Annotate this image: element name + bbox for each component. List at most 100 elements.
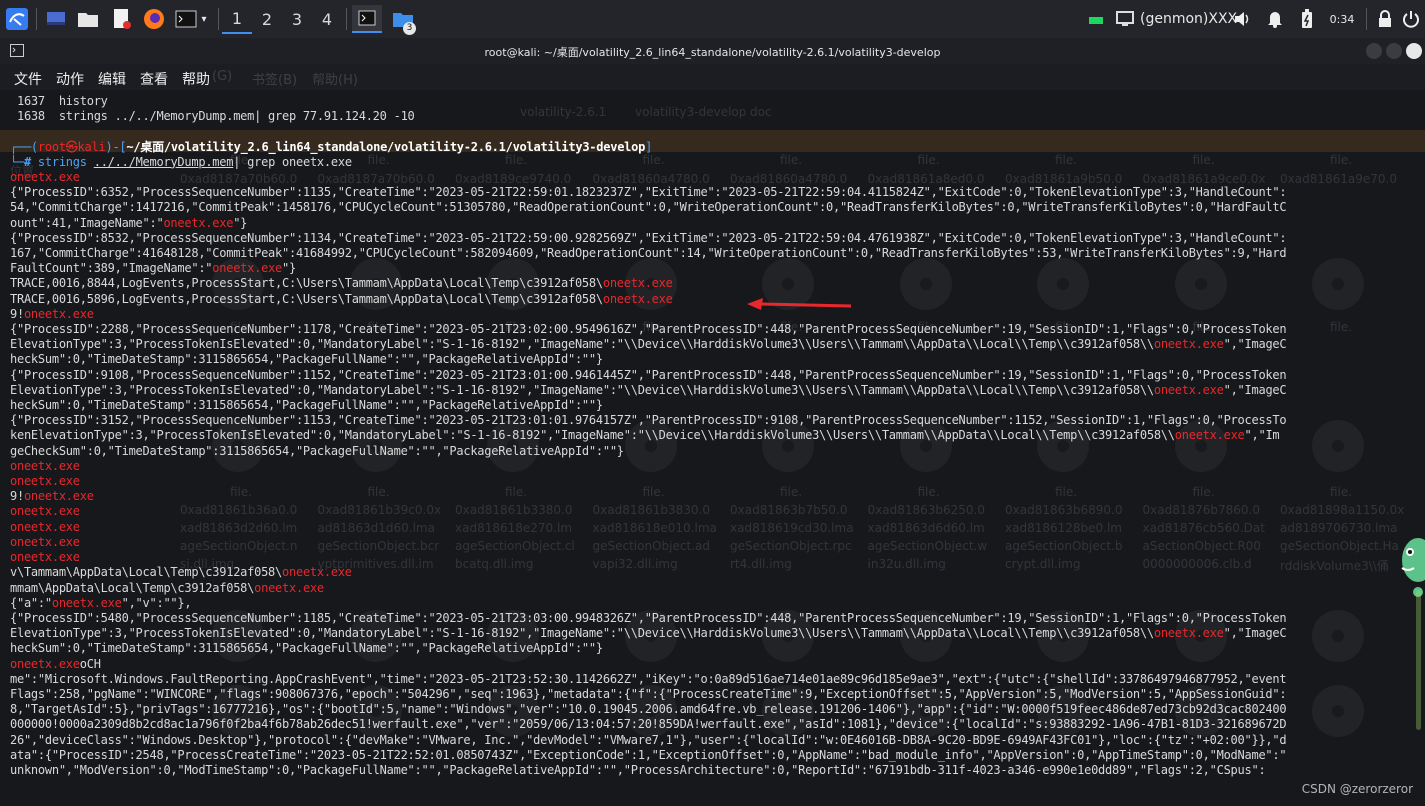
grep-match: oneetx.exe: [10, 504, 80, 519]
history-line: 1638 strings ../../MemoryDump.mem| grep …: [16, 109, 415, 124]
firefox-icon[interactable]: [142, 5, 166, 33]
notification-bell-icon[interactable]: [1264, 5, 1286, 33]
output-text: {"ProcessID":3152,"ProcessSequenceNumber…: [10, 413, 1287, 428]
output-text: TRACE,0016,5896,LogEvents,ProcessStart,C…: [10, 291, 603, 306]
output-text: ElevationType":3,"ProcessTokenIsElevated…: [10, 382, 1154, 397]
prompt-bracket: ]: [645, 139, 653, 154]
ghost-file-icon: [1312, 610, 1364, 662]
menu-help[interactable]: 帮助: [182, 69, 210, 89]
maximize-button[interactable]: [1386, 43, 1402, 59]
chevron-down-icon[interactable]: ▾: [201, 14, 206, 25]
output-text: ount":41,"ImageName":": [10, 215, 164, 230]
workspace-1[interactable]: 1: [222, 4, 252, 34]
output-text: ","v":""},: [121, 595, 192, 610]
power-icon[interactable]: [1400, 5, 1422, 33]
scrollbar[interactable]: [1416, 590, 1421, 730]
minimize-button[interactable]: [1366, 43, 1382, 59]
grep-match: oneetx.exe: [10, 458, 80, 473]
terminal-launcher-icon[interactable]: ▾: [172, 5, 210, 33]
text-editor-icon[interactable]: [110, 5, 134, 33]
top-panel: ▾ 1 2 3 4 3 (genmon)XXX 0:34: [0, 0, 1425, 38]
output-text: heckSum":0,"TimeDateStamp":3115865654,"P…: [10, 398, 603, 413]
grep-match: oneetx.exe: [23, 489, 94, 504]
command-name: strings: [37, 154, 87, 169]
output-text: ","Im: [1244, 428, 1280, 443]
workspace-3[interactable]: 3: [282, 4, 312, 34]
grep-match: oneetx.exe: [1153, 382, 1224, 397]
output-text: ","ImageC: [1223, 337, 1287, 352]
grep-match: oneetx.exe: [282, 565, 352, 580]
grep-match: oneetx.exe: [163, 215, 234, 230]
output-text: kenElevationType":3,"ProcessTokenIsEleva…: [10, 428, 1175, 443]
output-text: v\Tammam\AppData\Local\Temp\c3912af058\: [10, 565, 283, 580]
output-text: {"ProcessID":8532,"ProcessSequenceNumber…: [10, 230, 1287, 245]
ghost-file-name: geSectionObject.Ha: [1280, 539, 1399, 553]
menu-bar: 文件 动作 编辑 查看 帮助 (G) 书签(B) 帮助(H): [0, 64, 1425, 90]
grep-match: oneetx.exe: [51, 595, 122, 610]
history-line: 1637 history: [16, 94, 108, 108]
output-text: ata":{"ProcessID":2548,"ProcessCreateTim…: [10, 747, 1287, 762]
grep-match: oneetx.exe: [212, 261, 283, 276]
output-text: "}: [282, 261, 296, 276]
output-text: FaultCount":389,"ImageName":": [10, 261, 213, 276]
grep-match: oneetx.exe: [254, 580, 324, 595]
taskbar-terminal-window[interactable]: [352, 5, 382, 33]
output-text: 8,"TargetAsId":5},"privTags":16777216},"…: [10, 702, 1287, 717]
grep-match: oneetx.exe: [1153, 626, 1224, 641]
prompt-user: root㉿kali: [37, 139, 106, 154]
output-text: heckSum":0,"TimeDateStamp":3115865654,"P…: [10, 641, 603, 656]
battery-icon[interactable]: [1296, 5, 1318, 33]
output-text: {"ProcessID":5480,"ProcessSequenceNumber…: [10, 610, 1287, 625]
ghost-file-name: rddiskVolume3\\俑: [1280, 559, 1389, 573]
menu-edit[interactable]: 编辑: [98, 69, 126, 89]
grep-match: oneetx.exe: [10, 170, 80, 185]
volume-icon[interactable]: [1232, 5, 1254, 33]
grep-match: oneetx.exe: [10, 550, 80, 565]
monitor-icon: [1114, 5, 1136, 33]
output-text: ElevationType":3,"ProcessTokenIsElevated…: [10, 337, 1154, 352]
menu-view[interactable]: 查看: [140, 69, 168, 89]
ghost-file-name: 0xad81861a9e70.0: [1280, 172, 1397, 186]
watermark: CSDN @zerorzeror: [1301, 782, 1413, 796]
show-desktop-icon[interactable]: [44, 5, 68, 33]
grep-match: oneetx.exe: [10, 519, 80, 534]
grep-match: oneetx.exe: [1153, 337, 1224, 352]
workspace-2[interactable]: 2: [252, 4, 282, 34]
output-text: mmam\AppData\Local\Temp\c3912af058\: [10, 580, 255, 595]
output-text: {"a":": [10, 595, 52, 610]
menu-action[interactable]: 动作: [56, 69, 84, 89]
ghost-menu-help: 帮助(H): [312, 73, 358, 88]
output-text: {"ProcessID":9108,"ProcessSequenceNumber…: [10, 367, 1287, 382]
grep-match: oneetx.exe: [602, 276, 673, 291]
ghost-menu-g: (G): [212, 69, 233, 84]
menu-file[interactable]: 文件: [14, 69, 42, 89]
workspace-4[interactable]: 4: [312, 4, 342, 34]
terminal-area[interactable]: 位置 volatility-2.6.1 volatility3-develop doc…: [0, 90, 1425, 806]
kali-menu-icon[interactable]: [4, 5, 30, 33]
window-titlebar[interactable]: root@kali: ~/桌面/volatility_2.6_lin64_sta…: [0, 38, 1425, 64]
output-text: 9!: [10, 489, 24, 504]
output-text: me":"Microsoft.Windows.FaultReporting.Ap…: [10, 671, 1287, 686]
ghost-file-icon: [1312, 258, 1364, 310]
prompt-bracket: ┌──(: [10, 139, 38, 154]
command-rest: | grep oneetx.exe: [233, 154, 352, 169]
taskbar-folder-group[interactable]: 3: [388, 5, 418, 35]
prompt-path: ~/桌面/volatility_2.6_lin64_standalone/vol…: [126, 139, 646, 154]
grep-match: oneetx.exe: [10, 474, 80, 489]
grep-match: oneetx.exe: [10, 656, 80, 671]
window-count-badge: 3: [403, 22, 416, 35]
clock[interactable]: 0:34: [1326, 5, 1358, 33]
file-manager-icon[interactable]: [76, 5, 100, 33]
grep-match: oneetx.exe: [10, 534, 80, 549]
command-arg: ../../MemoryDump.mem: [93, 154, 234, 169]
ghost-file-label: file.: [1330, 320, 1353, 334]
output-text: ElevationType":3,"ProcessTokenIsElevated…: [10, 626, 1154, 641]
grep-match: oneetx.exe: [23, 306, 94, 321]
ghost-file-label: file.: [1330, 153, 1353, 167]
output-text: 167,"CommitCharge":41648128,"CommitPeak"…: [10, 246, 1287, 261]
ghost-file-icon: [1312, 685, 1364, 737]
lock-screen-icon[interactable]: [1374, 5, 1396, 33]
close-button[interactable]: [1406, 43, 1422, 59]
red-arrow-annotation: [747, 298, 852, 310]
output-text: 9!: [10, 306, 24, 321]
